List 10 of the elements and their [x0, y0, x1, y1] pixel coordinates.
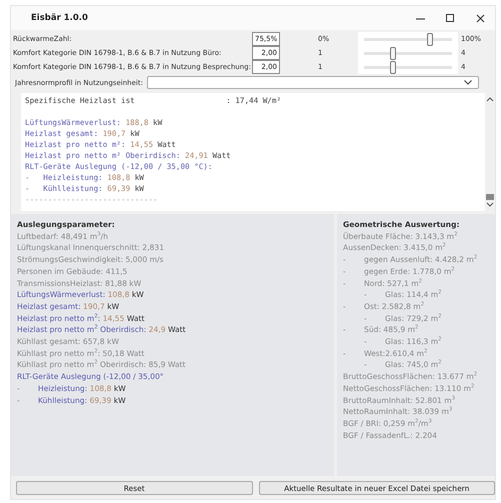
chevron-down-icon — [464, 80, 472, 85]
scrollbar[interactable] — [485, 93, 495, 211]
scroll-up-icon[interactable] — [485, 95, 495, 103]
scroll-thumb[interactable] — [486, 194, 494, 200]
profile-dropdown[interactable] — [146, 76, 479, 89]
slider-thumb[interactable] — [427, 32, 434, 46]
slider-thumb[interactable] — [390, 60, 396, 74]
slider-thumb[interactable] — [390, 46, 396, 60]
scroll-down-icon[interactable] — [485, 201, 495, 209]
window-title: Eisbär 1.0.0 — [31, 13, 89, 23]
